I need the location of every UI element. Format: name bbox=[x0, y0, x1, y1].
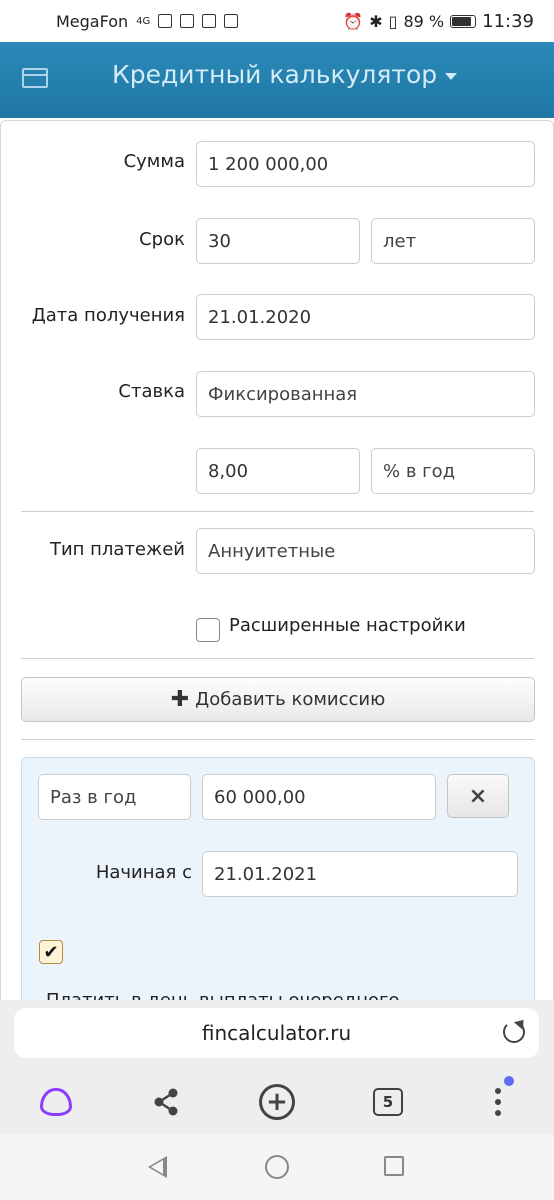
back-icon[interactable] bbox=[148, 1156, 167, 1178]
add-commission-button[interactable]: ✚ Добавить комиссию bbox=[21, 677, 535, 722]
payment-type-label: Тип платежей bbox=[49, 539, 185, 560]
commission-frequency-select[interactable]: Раз в год bbox=[38, 774, 191, 820]
status-bar: MegaFon 4G ⏰ ✱ ▯ 89 % 11:39 bbox=[0, 0, 554, 42]
payment-type-select[interactable]: Аннуитетные bbox=[196, 528, 535, 574]
chevron-down-icon bbox=[445, 73, 458, 80]
notification-dot bbox=[504, 1076, 514, 1086]
system-nav-bar bbox=[0, 1134, 554, 1200]
date-label: Дата получения bbox=[31, 305, 185, 326]
amount-label: Сумма bbox=[123, 151, 185, 172]
vibrate-icon: ▯ bbox=[388, 11, 398, 31]
rate-type-select[interactable]: Фиксированная bbox=[196, 371, 535, 417]
app-header: Кредитный калькулятор bbox=[0, 42, 554, 118]
message-icon bbox=[180, 14, 195, 28]
download-icon bbox=[224, 14, 239, 28]
divider bbox=[21, 511, 534, 512]
status-left: MegaFon 4G bbox=[56, 11, 239, 31]
term-label: Срок bbox=[139, 229, 185, 250]
commission-block: Раз в год 60 000,00 × Начиная с 21.01.20… bbox=[21, 757, 535, 1000]
more-icon bbox=[495, 1088, 501, 1116]
divider bbox=[21, 658, 534, 659]
calculator-form: Сумма 1 200 000,00 Срок 30 лет Дата полу… bbox=[0, 120, 554, 1000]
reload-icon[interactable] bbox=[503, 1021, 525, 1043]
tabs-button[interactable]: 5 bbox=[368, 1082, 408, 1122]
alice-icon bbox=[40, 1088, 72, 1116]
battery-icon bbox=[450, 14, 477, 28]
network-type: 4G bbox=[136, 15, 151, 27]
term-unit-select[interactable]: лет bbox=[371, 218, 535, 264]
divider bbox=[21, 739, 534, 740]
pay-on-day-label[interactable]: Платить в день выплаты очередного bbox=[46, 990, 399, 1000]
page-title: Кредитный калькулятор bbox=[112, 60, 438, 89]
alice-button[interactable] bbox=[36, 1082, 76, 1122]
commission-start-date-input[interactable]: 21.01.2021 bbox=[202, 851, 518, 897]
plus-circle-icon: + bbox=[259, 1084, 295, 1120]
close-icon: × bbox=[468, 783, 488, 809]
add-commission-label: Добавить комиссию bbox=[195, 689, 386, 710]
commission-amount-input[interactable]: 60 000,00 bbox=[202, 774, 436, 820]
commission-start-label: Начиная с bbox=[95, 862, 192, 883]
term-input[interactable]: 30 bbox=[196, 218, 360, 264]
browser-toolbar: + 5 bbox=[0, 1068, 554, 1134]
carrier-name: MegaFon bbox=[56, 11, 129, 31]
home-icon[interactable] bbox=[265, 1155, 289, 1179]
share-button[interactable] bbox=[146, 1082, 186, 1122]
url-text: fincalculator.ru bbox=[201, 1021, 352, 1045]
bluetooth-icon: ✱ bbox=[369, 11, 383, 31]
advanced-settings-checkbox[interactable] bbox=[196, 618, 220, 642]
recents-icon[interactable] bbox=[384, 1156, 404, 1176]
rate-unit-select[interactable]: % в год bbox=[371, 448, 535, 494]
new-tab-button[interactable]: + bbox=[257, 1082, 297, 1122]
plus-icon: ✚ bbox=[170, 686, 190, 712]
battery-percent: 89 % bbox=[403, 11, 445, 31]
rate-input[interactable]: 8,00 bbox=[196, 448, 360, 494]
date-input[interactable]: 21.01.2020 bbox=[196, 294, 535, 340]
remove-commission-button[interactable]: × bbox=[447, 774, 509, 818]
menu-icon[interactable] bbox=[22, 68, 48, 88]
share-icon bbox=[154, 1088, 178, 1116]
pay-on-day-checkbox[interactable]: ✔ bbox=[39, 940, 63, 964]
clock: 11:39 bbox=[482, 10, 534, 32]
alarm-icon: ⏰ bbox=[343, 11, 364, 31]
app-title-dropdown[interactable]: Кредитный калькулятор bbox=[112, 60, 458, 89]
url-bar[interactable]: fincalculator.ru bbox=[14, 1008, 539, 1058]
tabs-count: 5 bbox=[373, 1088, 403, 1116]
rate-label: Ставка bbox=[118, 381, 185, 402]
nfc-icon bbox=[158, 14, 173, 28]
checkmark-icon: ✔ bbox=[43, 941, 59, 963]
status-right: ⏰ ✱ ▯ 89 % 11:39 bbox=[343, 11, 534, 32]
advanced-settings-label[interactable]: Расширенные настройки bbox=[229, 615, 466, 636]
youtube-icon bbox=[202, 14, 217, 28]
amount-input[interactable]: 1 200 000,00 bbox=[196, 141, 535, 187]
browser-url-area: fincalculator.ru bbox=[0, 1000, 554, 1068]
more-menu-button[interactable] bbox=[478, 1076, 518, 1122]
